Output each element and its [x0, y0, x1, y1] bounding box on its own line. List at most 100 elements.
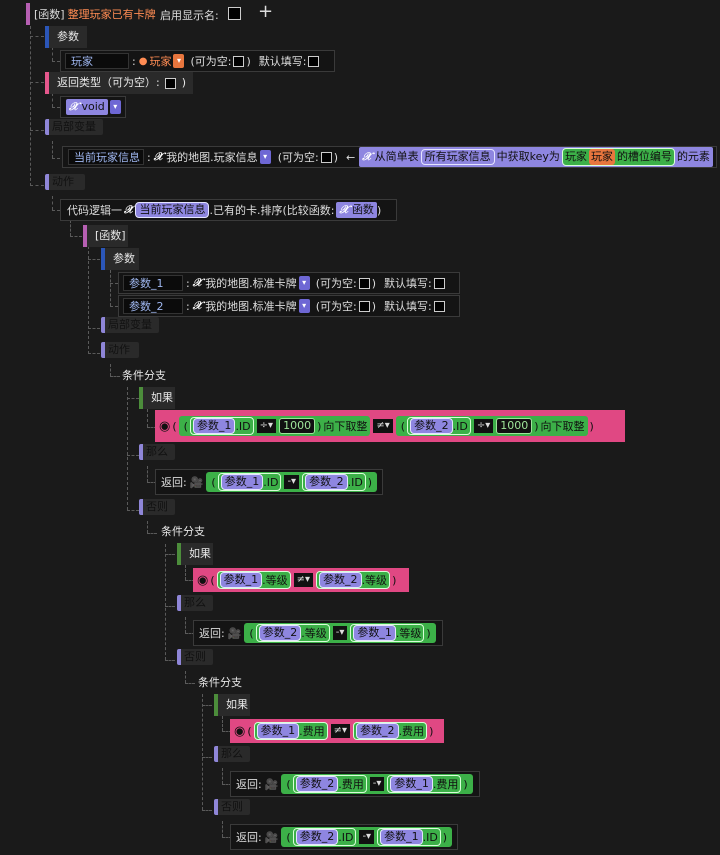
then-1-return-row: 返回: 🎥 ( 参数_1 .ID -▾ 参数_2 .ID ): [155, 469, 383, 495]
function-tag: [函数]: [34, 8, 65, 21]
if-2-right[interactable]: 参数_2 .等级: [316, 571, 391, 589]
then-2-expr[interactable]: ( 参数_2 .等级 -▾ 参数_1 .等级 ): [244, 623, 436, 643]
minus-operator[interactable]: -▾: [332, 626, 348, 640]
inner-param-2-nullable-checkbox[interactable]: [358, 300, 370, 312]
then-3[interactable]: 那么: [214, 746, 250, 762]
variable-x-icon: 𝒳: [192, 299, 203, 312]
minus-operator[interactable]: -▾: [284, 475, 300, 489]
inner-params-section[interactable]: 参数: [101, 248, 139, 270]
p2-chip[interactable]: 参数_2: [356, 723, 399, 739]
variable-x-icon: 𝒳: [69, 100, 79, 113]
condition-eye-icon: ◉: [234, 723, 246, 739]
cond-branch-2[interactable]: 条件分支: [157, 521, 213, 543]
code-logic-var[interactable]: 当前玩家信息: [135, 202, 210, 218]
cond-branch-3[interactable]: 条件分支: [194, 672, 250, 694]
inner-function-section[interactable]: [函数]: [83, 225, 128, 247]
table-name[interactable]: 所有玩家信息: [420, 149, 495, 165]
if-2-left[interactable]: 参数_1 .等级: [216, 571, 291, 589]
return-type-dropdown[interactable]: ▾: [109, 100, 121, 114]
inner-param-2-type-dropdown[interactable]: ▾: [298, 299, 310, 313]
if-3-right[interactable]: 参数_2 .费用: [353, 722, 428, 740]
num-1000[interactable]: 1000: [496, 418, 533, 434]
then-1[interactable]: 那么: [139, 444, 175, 460]
variable-x-icon: 𝒳: [124, 203, 134, 216]
neq-operator[interactable]: ≠▾: [373, 419, 393, 433]
then-3-expr[interactable]: ( 参数_2 .费用 -▾ 参数_1 .费用 ): [281, 774, 473, 794]
compare-function-chip[interactable]: 𝒳 函数: [336, 202, 377, 218]
return-nullable-checkbox[interactable]: [165, 77, 177, 89]
local-var-nullable-checkbox[interactable]: [320, 151, 332, 163]
return-camera-icon: 🎥: [227, 626, 242, 640]
player-key[interactable]: 玩家 玩家 的槽位编号: [561, 148, 675, 166]
then-1-expr[interactable]: ( 参数_1 .ID -▾ 参数_2 .ID ): [206, 472, 378, 492]
player-type-icon: ●: [138, 55, 148, 67]
p1-chip[interactable]: 参数_1: [192, 418, 236, 434]
inner-actions-section[interactable]: 动作: [101, 342, 139, 358]
return-camera-icon: 🎥: [264, 777, 279, 791]
else-2[interactable]: 否则: [177, 649, 213, 665]
p2-chip[interactable]: 参数_2: [305, 474, 348, 490]
inner-param-1-default-checkbox[interactable]: [433, 277, 445, 289]
default-fill-checkbox[interactable]: [308, 55, 320, 67]
return-type-section[interactable]: 返回类型（可为空）: ): [45, 72, 193, 94]
if-1-left-expr[interactable]: ( 参数_1 .ID ÷▾ 1000 ) 向下取整: [178, 416, 371, 436]
else-3-expr[interactable]: ( 参数_2 .ID -▾ 参数_1 .ID ): [281, 827, 453, 847]
p1-chip[interactable]: 参数_1: [390, 776, 433, 792]
p2-chip[interactable]: 参数_2: [258, 625, 302, 641]
div-operator[interactable]: ÷▾: [256, 419, 277, 433]
return-type-value[interactable]: 𝒳 void: [66, 99, 108, 115]
actions-section[interactable]: 动作: [45, 174, 85, 190]
if-1-right-expr[interactable]: ( 参数_2 .ID ÷▾ 1000 ) 向下取整: [395, 416, 588, 436]
param-row-player: 玩家 : ● 玩家 ▾ (可为空: ) 默认填写:: [60, 50, 335, 72]
then-2[interactable]: 那么: [177, 595, 213, 611]
variable-x-icon: 𝒳: [153, 150, 164, 163]
inner-param-2-default-checkbox[interactable]: [433, 300, 445, 312]
add-button[interactable]: +: [258, 1, 273, 22]
enable-display-name-checkbox[interactable]: [228, 7, 241, 20]
neq-operator[interactable]: ≠▾: [293, 573, 314, 587]
local-var-name[interactable]: 当前玩家信息: [68, 149, 144, 165]
nullable-checkbox[interactable]: [233, 55, 245, 67]
inner-param-1-name[interactable]: 参数_1: [123, 275, 183, 291]
condition-eye-icon: ◉: [159, 418, 171, 434]
else-3-return-row: 返回: 🎥 ( 参数_2 .ID -▾ 参数_1 .ID ): [230, 824, 458, 850]
function-name[interactable]: 整理玩家已有卡牌: [68, 6, 156, 22]
table-lookup-expression[interactable]: 𝒳 从简单表 所有玩家信息 中获取key为 玩家 玩家 的槽位编号 的元素: [359, 147, 713, 167]
p2-chip[interactable]: 参数_2: [319, 572, 362, 588]
inner-param-1-nullable-checkbox[interactable]: [358, 277, 370, 289]
p1-chip[interactable]: 参数_1: [220, 474, 264, 490]
p1-chip[interactable]: 参数_1: [219, 572, 263, 588]
cond-branch-1[interactable]: 条件分支: [118, 365, 174, 387]
code-logic-row: 代码逻辑一 𝒳 当前玩家信息 .已有的卡 .排序(比较函数: 𝒳 函数 ): [60, 199, 397, 221]
if-3[interactable]: 如果: [214, 694, 250, 716]
variable-x-icon: 𝒳: [192, 276, 203, 289]
p1-chip[interactable]: 参数_1: [380, 829, 423, 845]
if-2[interactable]: 如果: [177, 543, 213, 565]
if-1[interactable]: 如果: [139, 387, 175, 409]
neq-operator[interactable]: ≠▾: [330, 724, 351, 738]
minus-operator[interactable]: -▾: [359, 830, 375, 844]
else-1[interactable]: 否则: [139, 499, 175, 515]
param-type-dropdown[interactable]: ▾: [173, 54, 185, 68]
div-operator[interactable]: ÷▾: [473, 419, 494, 433]
num-1000[interactable]: 1000: [279, 418, 316, 434]
key-value-chip[interactable]: 玩家: [588, 149, 615, 165]
minus-operator[interactable]: -▾: [369, 777, 385, 791]
p2-chip[interactable]: 参数_2: [295, 829, 339, 845]
return-camera-icon: 🎥: [189, 475, 204, 489]
inner-param-2-name[interactable]: 参数_2: [123, 298, 183, 314]
else-3[interactable]: 否则: [214, 799, 250, 815]
then-3-return-row: 返回: 🎥 ( 参数_2 .费用 -▾ 参数_1 .费用 ): [230, 771, 480, 797]
if-3-left[interactable]: 参数_1 .费用: [253, 722, 328, 740]
local-var-type-dropdown[interactable]: ▾: [259, 150, 271, 164]
p2-chip[interactable]: 参数_2: [410, 418, 453, 434]
p1-chip[interactable]: 参数_1: [256, 723, 300, 739]
inner-local-vars-section[interactable]: 局部变量: [101, 317, 159, 333]
local-vars-section[interactable]: 局部变量: [45, 119, 103, 135]
inner-param-row-1: 参数_1 : 𝒳 我的地图.标准卡牌 ▾ (可为空: ) 默认填写:: [118, 272, 460, 294]
p1-chip[interactable]: 参数_1: [353, 625, 396, 641]
inner-param-1-type-dropdown[interactable]: ▾: [298, 276, 310, 290]
param-name-field[interactable]: 玩家: [65, 53, 129, 69]
params-section[interactable]: 参数: [45, 26, 87, 48]
p2-chip[interactable]: 参数_2: [295, 776, 339, 792]
